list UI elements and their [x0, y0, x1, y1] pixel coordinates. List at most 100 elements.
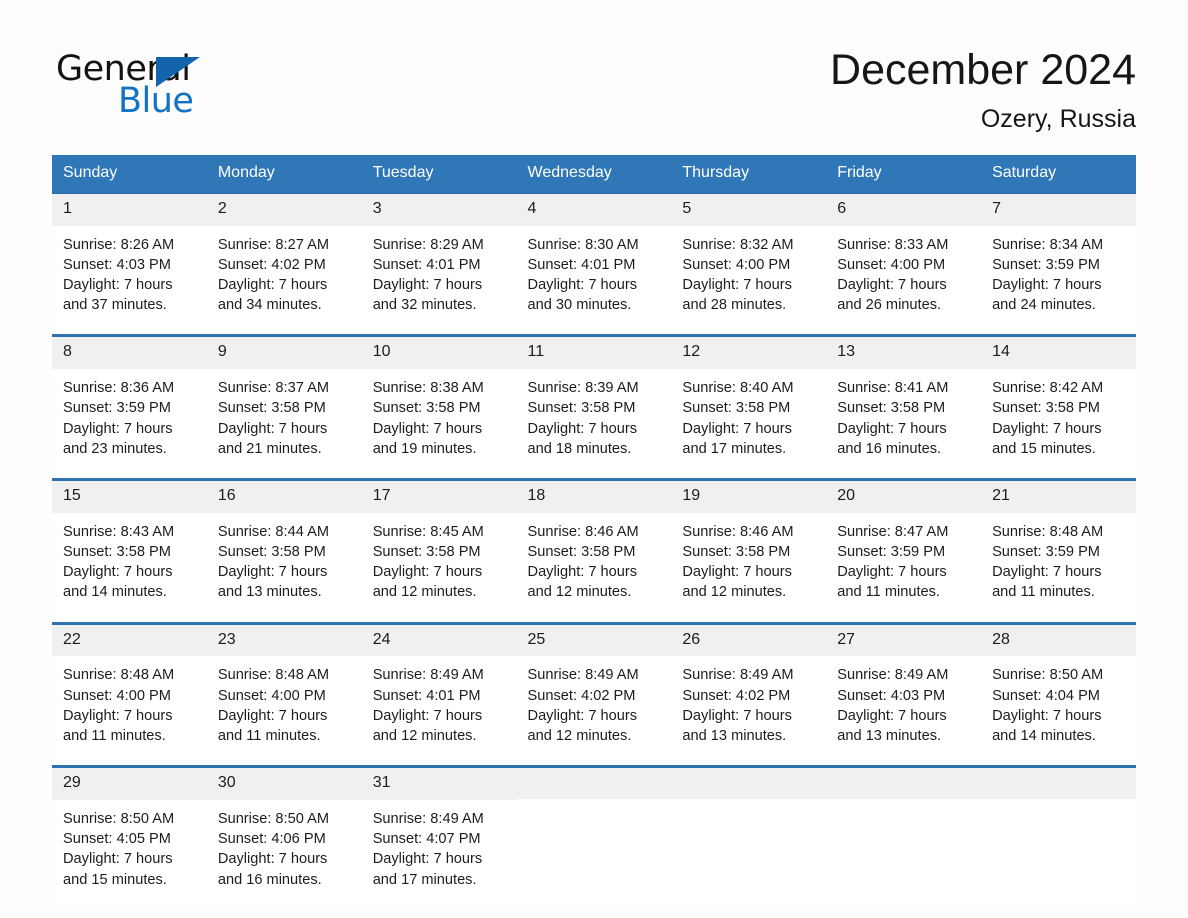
daylight-duration-line2: and 13 minutes. — [837, 728, 942, 745]
calendar-day-cell[interactable]: 17 Sunrise: 8:45 AM Sunset: 3:58 PM Dayligh… — [361, 478, 517, 624]
daylight-duration-line2: and 34 minutes. — [217, 297, 322, 314]
daylight-duration-line2: and 21 minutes. — [217, 440, 322, 457]
sunset-time: Sunset: 3:59 PM — [992, 256, 1100, 273]
daylight-duration-line2: and 26 minutes. — [837, 297, 942, 314]
daylight-duration-line2: and 16 minutes. — [217, 871, 322, 888]
daylight-duration-line1: Daylight: 7 hours — [217, 564, 328, 581]
daylight-duration-line2: and 14 minutes. — [63, 584, 167, 601]
daylight-duration-line2: and 15 minutes. — [992, 440, 1096, 457]
calendar-day-cell[interactable]: 24 Sunrise: 8:49 AM Sunset: 4:01 PM Dayligh… — [361, 621, 517, 767]
day-sun-info: Sunrise: 8:50 AM Sunset: 4:04 PM Daylight:… — [981, 656, 1136, 765]
calendar-day-cell[interactable]: 25 Sunrise: 8:49 AM Sunset: 4:02 PM Dayligh… — [516, 621, 672, 767]
calendar-day-cell[interactable]: 8 Sunrise: 8:36 AM Sunset: 3:59 PM Daylight… — [52, 334, 207, 480]
day-number: 5 — [671, 193, 827, 226]
sunset-time: Sunset: 4:02 PM — [682, 687, 791, 704]
daylight-duration-line2: and 24 minutes. — [992, 297, 1096, 314]
daylight-duration-line1: Daylight: 7 hours — [372, 564, 483, 581]
calendar-day-cell[interactable]: 28 Sunrise: 8:50 AM Sunset: 4:04 PM Dayligh… — [981, 621, 1136, 767]
weekday-header-tuesday: Tuesday — [361, 154, 517, 193]
sunset-time: Sunset: 4:01 PM — [527, 256, 636, 273]
day-sun-info: Sunrise: 8:49 AM Sunset: 4:02 PM Daylight:… — [517, 656, 672, 765]
sunrise-time: Sunrise: 8:48 AM — [63, 667, 175, 684]
calendar-day-cell[interactable]: 10 Sunrise: 8:38 AM Sunset: 3:58 PM Dayligh… — [361, 334, 517, 480]
sunset-time: Sunset: 4:03 PM — [837, 687, 946, 704]
calendar-day-cell[interactable]: 4 Sunrise: 8:30 AM Sunset: 4:01 PM Daylight… — [516, 190, 672, 336]
sunrise-time: Sunrise: 8:27 AM — [217, 236, 329, 253]
calendar-day-cell[interactable]: 30 Sunrise: 8:50 AM Sunset: 4:06 PM Dayligh… — [206, 765, 362, 909]
sunset-time: Sunset: 3:58 PM — [682, 400, 791, 417]
title-block: December 2024 Ozery, Russia — [830, 44, 1136, 134]
calendar-day-cell[interactable]: 1 Sunrise: 8:26 AM Sunset: 4:03 PM Daylight… — [52, 190, 207, 336]
weekday-header-wednesday: Wednesday — [516, 154, 672, 193]
day-number: 1 — [52, 193, 207, 226]
calendar-day-cell[interactable]: 31 Sunrise: 8:49 AM Sunset: 4:07 PM Dayligh… — [361, 765, 517, 909]
calendar-day-cell[interactable]: 6 Sunrise: 8:33 AM Sunset: 4:00 PM Daylight… — [826, 190, 982, 336]
calendar-day-cell[interactable]: 5 Sunrise: 8:32 AM Sunset: 4:00 PM Daylight… — [671, 190, 827, 336]
calendar-day-cell[interactable]: 14 Sunrise: 8:42 AM Sunset: 3:58 PM Dayligh… — [981, 334, 1136, 480]
calendar-day-cell[interactable]: 20 Sunrise: 8:47 AM Sunset: 3:59 PM Dayligh… — [826, 478, 982, 624]
sunrise-time: Sunrise: 8:48 AM — [217, 667, 329, 684]
day-number: 25 — [516, 624, 672, 657]
day-sun-info: Sunrise: 8:50 AM Sunset: 4:05 PM Daylight:… — [52, 800, 207, 909]
daylight-duration-line2: and 15 minutes. — [63, 871, 167, 888]
calendar-day-cell[interactable]: 7 Sunrise: 8:34 AM Sunset: 3:59 PM Daylight… — [981, 190, 1136, 336]
calendar-day-cell[interactable]: 26 Sunrise: 8:49 AM Sunset: 4:02 PM Dayligh… — [671, 621, 827, 767]
day-sun-info: Sunrise: 8:48 AM Sunset: 4:00 PM Daylight:… — [207, 656, 362, 765]
day-number: 22 — [52, 624, 207, 657]
daylight-duration-line1: Daylight: 7 hours — [837, 277, 947, 294]
day-sun-info: Sunrise: 8:29 AM Sunset: 4:01 PM Daylight:… — [362, 226, 517, 335]
calendar-day-cell[interactable]: 15 Sunrise: 8:43 AM Sunset: 3:58 PM Dayligh… — [52, 478, 207, 624]
page-title: December 2024 — [830, 46, 1136, 94]
calendar-day-cell[interactable]: 11 Sunrise: 8:39 AM Sunset: 3:58 PM Dayligh… — [516, 334, 672, 480]
day-number: 8 — [52, 337, 207, 370]
sunrise-time: Sunrise: 8:47 AM — [837, 523, 949, 540]
calendar-day-cell[interactable]: 13 Sunrise: 8:41 AM Sunset: 3:58 PM Dayligh… — [826, 334, 982, 480]
day-sun-info: Sunrise: 8:32 AM Sunset: 4:00 PM Daylight:… — [671, 226, 826, 335]
daylight-duration-line1: Daylight: 7 hours — [372, 851, 483, 868]
calendar-day-cell[interactable]: 23 Sunrise: 8:48 AM Sunset: 4:00 PM Dayligh… — [206, 621, 362, 767]
daylight-duration-line2: and 11 minutes. — [63, 728, 166, 745]
calendar-day-cell[interactable]: 3 Sunrise: 8:29 AM Sunset: 4:01 PM Daylight… — [361, 190, 517, 336]
calendar-day-cell[interactable]: 12 Sunrise: 8:40 AM Sunset: 3:58 PM Dayligh… — [671, 334, 827, 480]
day-number: 6 — [826, 193, 982, 226]
calendar-day-cell[interactable]: 21 Sunrise: 8:48 AM Sunset: 3:59 PM Dayligh… — [981, 478, 1136, 624]
daylight-duration-line1: Daylight: 7 hours — [217, 851, 328, 868]
daylight-duration-line1: Daylight: 7 hours — [527, 564, 638, 581]
daylight-duration-line1: Daylight: 7 hours — [63, 420, 173, 437]
day-sun-info: Sunrise: 8:46 AM Sunset: 3:58 PM Daylight:… — [671, 513, 826, 622]
calendar-day-cell-empty — [826, 765, 982, 909]
calendar-week-row: 29 Sunrise: 8:50 AM Sunset: 4:05 PM Dayligh… — [52, 765, 1136, 909]
day-sun-info: Sunrise: 8:45 AM Sunset: 3:58 PM Daylight:… — [362, 513, 517, 622]
day-sun-info: Sunrise: 8:30 AM Sunset: 4:01 PM Daylight:… — [517, 226, 672, 335]
calendar-day-cell-empty — [981, 765, 1136, 909]
sunrise-time: Sunrise: 8:33 AM — [837, 236, 949, 253]
day-sun-info: Sunrise: 8:42 AM Sunset: 3:58 PM Daylight:… — [981, 369, 1136, 478]
day-sun-info: Sunrise: 8:48 AM Sunset: 4:00 PM Daylight:… — [52, 656, 207, 765]
daylight-duration-line1: Daylight: 7 hours — [527, 420, 638, 437]
daylight-duration-line2: and 11 minutes. — [992, 584, 1095, 601]
calendar-day-cell[interactable]: 9 Sunrise: 8:37 AM Sunset: 3:58 PM Daylight… — [206, 334, 362, 480]
day-sun-info: Sunrise: 8:47 AM Sunset: 3:59 PM Daylight:… — [826, 513, 981, 622]
sunset-time: Sunset: 4:01 PM — [372, 256, 481, 273]
calendar-day-cell[interactable]: 19 Sunrise: 8:46 AM Sunset: 3:58 PM Dayligh… — [671, 478, 827, 624]
sunrise-time: Sunrise: 8:50 AM — [217, 811, 329, 828]
day-sun-info: Sunrise: 8:44 AM Sunset: 3:58 PM Daylight:… — [207, 513, 362, 622]
sunrise-time: Sunrise: 8:49 AM — [837, 667, 949, 684]
calendar-day-cell[interactable]: 18 Sunrise: 8:46 AM Sunset: 3:58 PM Dayligh… — [516, 478, 672, 624]
sunset-time: Sunset: 3:58 PM — [372, 544, 481, 561]
calendar-day-cell-empty — [671, 765, 827, 909]
calendar-day-cell[interactable]: 2 Sunrise: 8:27 AM Sunset: 4:02 PM Daylight… — [206, 190, 362, 336]
sunset-time: Sunset: 4:02 PM — [527, 687, 636, 704]
calendar-day-cell[interactable]: 29 Sunrise: 8:50 AM Sunset: 4:05 PM Dayligh… — [52, 765, 207, 909]
day-sun-info: Sunrise: 8:43 AM Sunset: 3:58 PM Daylight:… — [52, 513, 207, 622]
calendar-day-cell[interactable]: 27 Sunrise: 8:49 AM Sunset: 4:03 PM Dayligh… — [826, 621, 982, 767]
sunset-time: Sunset: 3:58 PM — [217, 544, 326, 561]
calendar-day-cell[interactable]: 22 Sunrise: 8:48 AM Sunset: 4:00 PM Dayligh… — [52, 621, 207, 767]
sunset-time: Sunset: 3:58 PM — [372, 400, 481, 417]
sunrise-time: Sunrise: 8:48 AM — [992, 523, 1104, 540]
calendar-day-cell[interactable]: 16 Sunrise: 8:44 AM Sunset: 3:58 PM Dayligh… — [206, 478, 362, 624]
day-number: 29 — [52, 768, 207, 801]
sunrise-time: Sunrise: 8:37 AM — [217, 380, 329, 397]
day-sun-info — [517, 799, 672, 808]
day-number: 23 — [206, 624, 362, 657]
